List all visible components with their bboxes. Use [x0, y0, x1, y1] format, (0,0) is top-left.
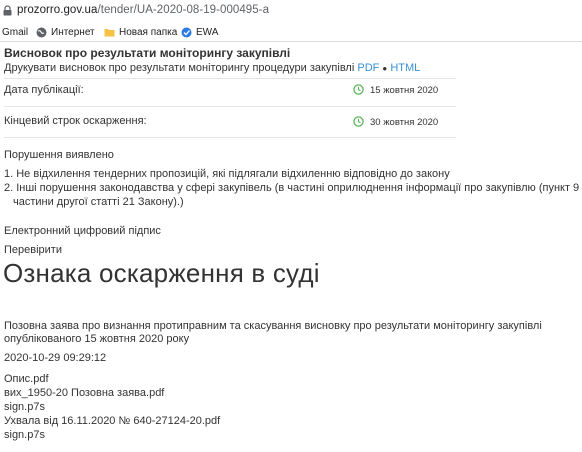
- file-link[interactable]: Ухвала від 16.11.2020 № 640-27124-20.pdf: [4, 415, 220, 427]
- print-pdf-link[interactable]: PDF: [357, 62, 379, 74]
- clock-icon: [353, 116, 364, 127]
- globe-icon: [36, 27, 47, 38]
- file-link[interactable]: вих_1950-20 Позовна заява.pdf: [4, 387, 164, 399]
- claim-description-line: опублікованого 15 жовтня 2020 року: [4, 333, 190, 345]
- violations-heading: Порушення виявлено: [4, 149, 114, 161]
- violation-item: 2. Інші порушення законодавства у сфері …: [4, 182, 580, 194]
- divider: [4, 106, 456, 107]
- url-text[interactable]: prozorro.gov.ua/tender/UA-2020-08-19-000…: [17, 4, 269, 16]
- violation-item: 1. Не відхилення тендерних пропозицій, я…: [4, 168, 450, 180]
- bookmark-new-folder[interactable]: Новая папка: [104, 26, 177, 39]
- file-link[interactable]: sign.p7s: [4, 429, 45, 441]
- appeal-deadline-value: 30 жовтня 2020: [370, 117, 439, 128]
- print-report-line: Друкувати висновок про результати моніто…: [4, 62, 420, 74]
- bookmark-label: Новая папка: [119, 27, 178, 38]
- url-host: prozorro.gov.ua: [17, 4, 98, 16]
- ewa-icon: [181, 27, 192, 38]
- lock-icon[interactable]: [3, 5, 12, 16]
- publication-date-value: 15 жовтня 2020: [370, 85, 439, 96]
- bookmark-label: EWA: [196, 27, 219, 38]
- claim-timestamp: 2020-10-29 09:29:12: [4, 352, 107, 364]
- digital-signature-link[interactable]: Електронний цифровий підпис: [4, 225, 161, 237]
- divider: [4, 78, 456, 79]
- bookmark-internet[interactable]: Интернет: [36, 26, 95, 39]
- address-bar[interactable]: prozorro.gov.ua/tender/UA-2020-08-19-000…: [0, 0, 582, 22]
- appeal-deadline-label: Кінцевий строк оскарження:: [4, 115, 147, 127]
- print-report-text: Друкувати висновок про результати моніто…: [4, 62, 355, 74]
- report-title: Висновок про результати моніторингу заку…: [4, 46, 291, 60]
- print-separator-bullet: ●: [382, 64, 388, 73]
- court-appeal-heading: Ознака оскарження в суді: [3, 258, 320, 288]
- bookmark-ewa[interactable]: EWA: [181, 26, 218, 39]
- bookmark-gmail[interactable]: Gmail: [2, 26, 28, 39]
- page-content: Висновок про результати моніторингу заку…: [0, 42, 582, 452]
- clock-icon: [353, 84, 364, 95]
- bookmark-label: Интернет: [51, 27, 95, 38]
- file-link[interactable]: sign.p7s: [4, 401, 45, 413]
- bookmarks-bar: Gmail Интернет Новая папка EWA: [0, 22, 582, 42]
- claim-description-line: Позовна заява про визнання протиправним …: [4, 320, 542, 332]
- file-link[interactable]: Опис.pdf: [4, 373, 49, 385]
- folder-icon: [104, 29, 115, 37]
- divider: [4, 137, 456, 138]
- bookmark-label: Gmail: [2, 27, 29, 38]
- url-path: /tender/UA-2020-08-19-000495-a: [97, 4, 270, 16]
- publication-date-label: Дата публікації:: [4, 84, 84, 96]
- verify-link[interactable]: Перевірити: [4, 244, 62, 256]
- violation-item-continuation: частини другої статті 21 Закону).): [13, 196, 184, 208]
- print-html-link[interactable]: HTML: [390, 62, 420, 74]
